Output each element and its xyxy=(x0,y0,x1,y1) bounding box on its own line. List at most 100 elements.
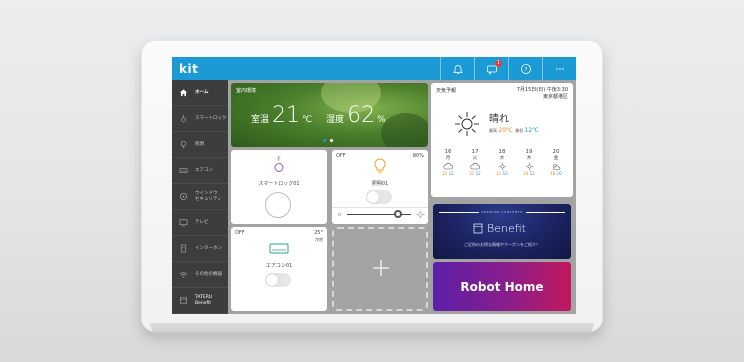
environment-title: 室内環境 xyxy=(236,88,257,94)
divider xyxy=(332,207,428,208)
benefit-banner[interactable]: PREMIUM CONTENTS Benefit ご近所のお得な情報やクーポンを… xyxy=(433,204,571,259)
cloud-icon xyxy=(462,161,488,171)
more-icon xyxy=(555,67,564,70)
smartlock-toggle[interactable] xyxy=(265,192,291,218)
low-unit: ℃ xyxy=(532,127,539,134)
top-bar-actions: 1 ? xyxy=(440,57,576,80)
forecast-temps: 24 12 xyxy=(523,171,535,176)
sun-icon xyxy=(516,161,542,171)
add-device-button[interactable] xyxy=(332,227,428,311)
svg-text:F: F xyxy=(277,156,281,163)
temperature-value: 21 xyxy=(272,103,301,128)
low-temp: 12 xyxy=(524,127,533,134)
weather-title: 天気予報 xyxy=(436,88,457,94)
light-status: OFF xyxy=(336,153,346,159)
robot-home-label: Robot Home xyxy=(460,279,544,294)
light-card[interactable]: OFF 80% 照明01 xyxy=(332,150,428,224)
weather-temps: 最高 20℃ 最低 12℃ xyxy=(489,127,539,134)
aircon-card[interactable]: OFF 25° 冷房 エアコン01 xyxy=(231,227,327,311)
aircon-icon xyxy=(269,243,289,254)
sidebar-item-tv[interactable]: テレビ xyxy=(172,210,228,236)
help-icon: ? xyxy=(520,63,531,74)
forecast-day: 18 水 21 10 xyxy=(489,149,515,176)
benefit-icon xyxy=(473,223,483,234)
notification-button[interactable] xyxy=(440,57,474,80)
carousel-dots[interactable] xyxy=(323,139,333,142)
bulb-icon xyxy=(374,158,386,173)
humidity-unit: % xyxy=(377,115,386,125)
weekly-forecast: 16 月 21 12 17 火 21 12 18 水 21 10 19 木 24… xyxy=(435,149,569,176)
smartlock-card[interactable]: F スマートロック01 xyxy=(231,150,327,224)
top-bar: kit 1 ? xyxy=(172,57,576,80)
forecast-day: 19 木 24 12 xyxy=(516,149,542,176)
weather-datetime: 7月15日(日) 午後3:30 東京都港区 xyxy=(517,87,568,101)
sun-icon xyxy=(489,161,515,171)
wifi-icon xyxy=(178,270,188,280)
sidebar-item-smartlock[interactable]: スマートロック xyxy=(172,106,228,132)
sidebar: ホーム スマートロック 照明 エアコン ウインドウ セキュリティ テレビ インタ… xyxy=(172,80,228,314)
help-button[interactable]: ? xyxy=(508,57,542,80)
aircon-icon xyxy=(178,166,188,176)
sun-icon xyxy=(455,112,479,136)
app-logo: kit xyxy=(179,61,199,76)
robot-home-banner[interactable]: Robot Home xyxy=(433,262,571,311)
carousel-dot[interactable] xyxy=(330,139,333,142)
benefit-icon xyxy=(178,296,188,306)
benefit-title: Benefit xyxy=(487,222,526,235)
lock-icon xyxy=(178,114,188,124)
tablet-screen: kit 1 ? ホーム スマートロック 照明 エアコン ウインドウ セキュリティ… xyxy=(172,57,576,314)
divider xyxy=(525,211,566,213)
brightness-slider-knob[interactable] xyxy=(394,210,402,218)
window-security-icon xyxy=(178,192,188,202)
bell-icon xyxy=(452,64,463,74)
aircon-label: エアコン01 xyxy=(265,263,293,269)
bright-sun-icon xyxy=(416,210,425,219)
aircon-switch[interactable] xyxy=(265,273,291,287)
weather-condition: 晴れ xyxy=(489,114,509,125)
dashboard: 室内環境 室温 21 ℃ 湿度 62 % 天気予報 7月15日(日) 午後3:3… xyxy=(228,80,576,314)
environment-card[interactable]: 室内環境 室温 21 ℃ 湿度 62 % xyxy=(231,83,428,147)
light-switch[interactable] xyxy=(366,190,392,204)
home-icon xyxy=(178,88,188,98)
humidity-label: 湿度 xyxy=(326,115,345,125)
lock-icon: F xyxy=(274,156,284,172)
smartlock-label: スマートロック01 xyxy=(258,181,300,187)
forecast-temps: 21 12 xyxy=(469,171,481,176)
aircon-status: OFF xyxy=(235,230,245,236)
environment-readings: 室温 21 ℃ 湿度 62 % xyxy=(251,105,400,127)
sidebar-item-benefit[interactable]: TATERU Benefit xyxy=(172,288,228,314)
sidebar-item-window-security[interactable]: ウインドウ セキュリティ xyxy=(172,184,228,210)
low-label: 最低 xyxy=(515,128,524,133)
tv-icon xyxy=(178,218,188,228)
forecast-temps: 21 12 xyxy=(442,171,454,176)
forecast-day: 20 金 18 10 xyxy=(543,149,569,176)
high-label: 最高 xyxy=(489,128,497,133)
sidebar-item-lighting[interactable]: 照明 xyxy=(172,132,228,158)
svg-text:?: ? xyxy=(524,67,527,73)
forecast-day: 17 火 21 12 xyxy=(462,149,488,176)
intercom-icon xyxy=(178,244,188,254)
forecast-temps: 21 10 xyxy=(496,171,508,176)
carousel-dot-active[interactable] xyxy=(323,139,326,142)
premium-contents-header: PREMIUM CONTENTS xyxy=(439,210,566,214)
message-button[interactable]: 1 xyxy=(474,57,508,80)
sidebar-item-aircon[interactable]: エアコン xyxy=(172,158,228,184)
high-temp: 20 xyxy=(498,127,506,134)
message-badge: 1 xyxy=(495,60,502,67)
weather-card[interactable]: 天気予報 7月15日(日) 午後3:30 東京都港区 晴れ 最高 20℃ 最低 … xyxy=(431,83,573,197)
weather-date: 7月15日(日) 午後3:30 xyxy=(516,87,568,93)
premium-contents-label: PREMIUM CONTENTS xyxy=(481,210,523,214)
divider xyxy=(439,211,479,213)
sun-cloud-icon xyxy=(543,161,569,171)
aircon-mode: 冷房 xyxy=(315,237,323,242)
plus-icon xyxy=(373,260,389,276)
more-button[interactable] xyxy=(542,57,576,80)
dim-sun-icon xyxy=(337,212,342,217)
cloud-icon xyxy=(435,161,461,171)
bulb-icon xyxy=(178,140,188,150)
sidebar-item-home[interactable]: ホーム xyxy=(172,80,228,106)
temperature-unit: ℃ xyxy=(302,115,313,125)
sidebar-item-intercom[interactable]: インターホン xyxy=(172,236,228,262)
benefit-subtitle: ご近所のお得な情報やクーポンをご紹介！ xyxy=(464,242,540,247)
sidebar-item-other-devices[interactable]: その他の機器 xyxy=(172,262,228,288)
